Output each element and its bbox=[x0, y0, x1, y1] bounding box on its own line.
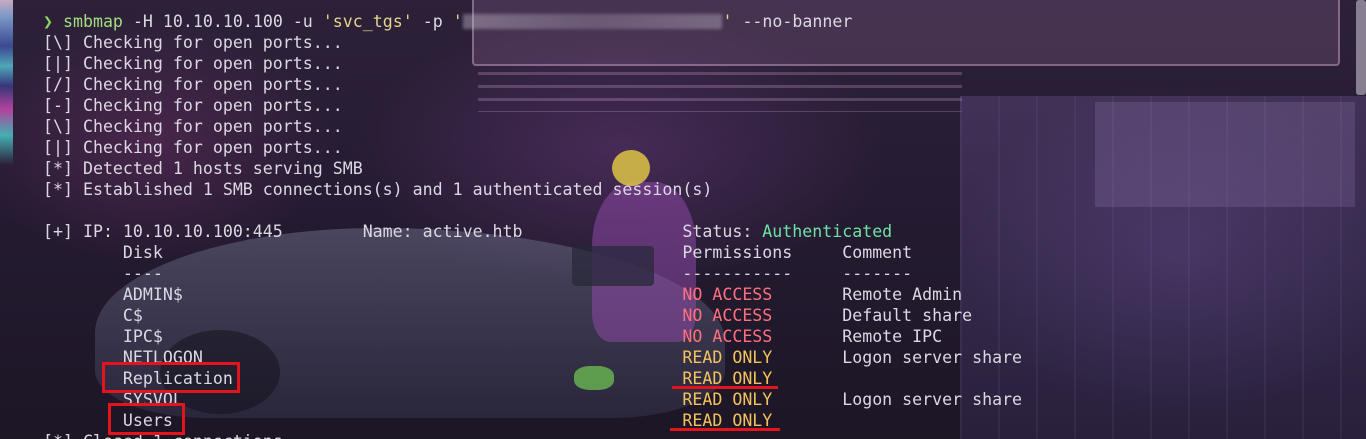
share-comment: Remote IPC bbox=[842, 327, 943, 346]
share-comment: Logon server share bbox=[842, 348, 1023, 367]
share-permission: NO ACCESS bbox=[682, 306, 773, 325]
share-comment: Logon server share bbox=[842, 390, 1023, 409]
status-line: [*] Detected 1 hosts serving SMB bbox=[43, 159, 363, 178]
password-quote-close: ' bbox=[722, 12, 733, 31]
status-line: [*] Established 1 SMB connections(s) and… bbox=[43, 180, 713, 199]
share-permission: READ ONLY bbox=[682, 348, 773, 367]
progress-line: [-] Checking for open ports... bbox=[43, 96, 343, 115]
progress-line: [|] Checking for open ports... bbox=[43, 54, 343, 73]
share-comment: Default share bbox=[842, 306, 973, 325]
underline-users-permission bbox=[670, 428, 780, 431]
wallpaper-neon-strip bbox=[0, 0, 13, 165]
host-flag: -H bbox=[132, 12, 153, 31]
header-comment: Comment bbox=[842, 243, 913, 262]
progress-line: [\] Checking for open ports... bbox=[43, 117, 343, 136]
hostname-value: active.htb bbox=[422, 222, 523, 241]
share-row: ADMIN$ NO ACCESS Remote Admin bbox=[43, 284, 1343, 305]
shares-separator-row: ---- ----------- ------- bbox=[43, 263, 1343, 284]
ip-label: [+] IP: bbox=[43, 222, 113, 241]
password-flag: -p bbox=[422, 12, 443, 31]
scrollbar-thumb[interactable] bbox=[1356, 0, 1366, 95]
share-name: ADMIN$ bbox=[122, 285, 183, 304]
no-banner-flag: --no-banner bbox=[742, 12, 853, 31]
ip-value: 10.10.10.100:445 bbox=[122, 222, 283, 241]
redacted-password bbox=[462, 14, 723, 29]
progress-line: [|] Checking for open ports... bbox=[43, 138, 343, 157]
status-label: Status: bbox=[682, 222, 753, 241]
user-flag: -u bbox=[292, 12, 313, 31]
underline-replication-permission bbox=[672, 386, 778, 389]
highlight-box-replication bbox=[102, 362, 240, 393]
command-line: ❯ smbmap -H 10.10.10.100 -u 'svc_tgs' -p… bbox=[43, 11, 1343, 32]
user-argument: 'svc_tgs' bbox=[322, 12, 413, 31]
share-row: C$ NO ACCESS Default share bbox=[43, 305, 1343, 326]
shares-header-row: Disk Permissions Comment bbox=[43, 242, 1343, 263]
header-permissions: Permissions bbox=[682, 243, 793, 262]
share-permission: READ ONLY bbox=[682, 390, 773, 409]
share-permission: NO ACCESS bbox=[682, 285, 773, 304]
status-value: Authenticated bbox=[762, 222, 893, 241]
share-comment: Remote Admin bbox=[842, 285, 963, 304]
progress-line: [\] Checking for open ports... bbox=[43, 33, 343, 52]
closing-line: [*] Closed 1 connections bbox=[43, 431, 1343, 439]
command-program: smbmap bbox=[62, 12, 123, 31]
password-quote-open: ' bbox=[452, 12, 463, 31]
host-argument: 10.10.10.100 bbox=[162, 12, 283, 31]
highlight-box-users bbox=[108, 403, 185, 435]
header-disk: Disk bbox=[122, 243, 163, 262]
host-info-line: [+] IP: 10.10.10.100:445 Name: active.ht… bbox=[43, 221, 1343, 242]
separator-disk: ---- bbox=[122, 264, 163, 283]
separator-comment: ------- bbox=[842, 264, 913, 283]
progress-line: [/] Checking for open ports... bbox=[43, 75, 343, 94]
share-permission: NO ACCESS bbox=[682, 327, 773, 346]
share-row: IPC$ NO ACCESS Remote IPC bbox=[43, 326, 1343, 347]
hostname-label: Name: bbox=[362, 222, 413, 241]
prompt-arrow-icon: ❯ bbox=[43, 12, 53, 31]
separator-permissions: ----------- bbox=[682, 264, 793, 283]
share-name: IPC$ bbox=[122, 327, 163, 346]
share-name: C$ bbox=[122, 306, 143, 325]
